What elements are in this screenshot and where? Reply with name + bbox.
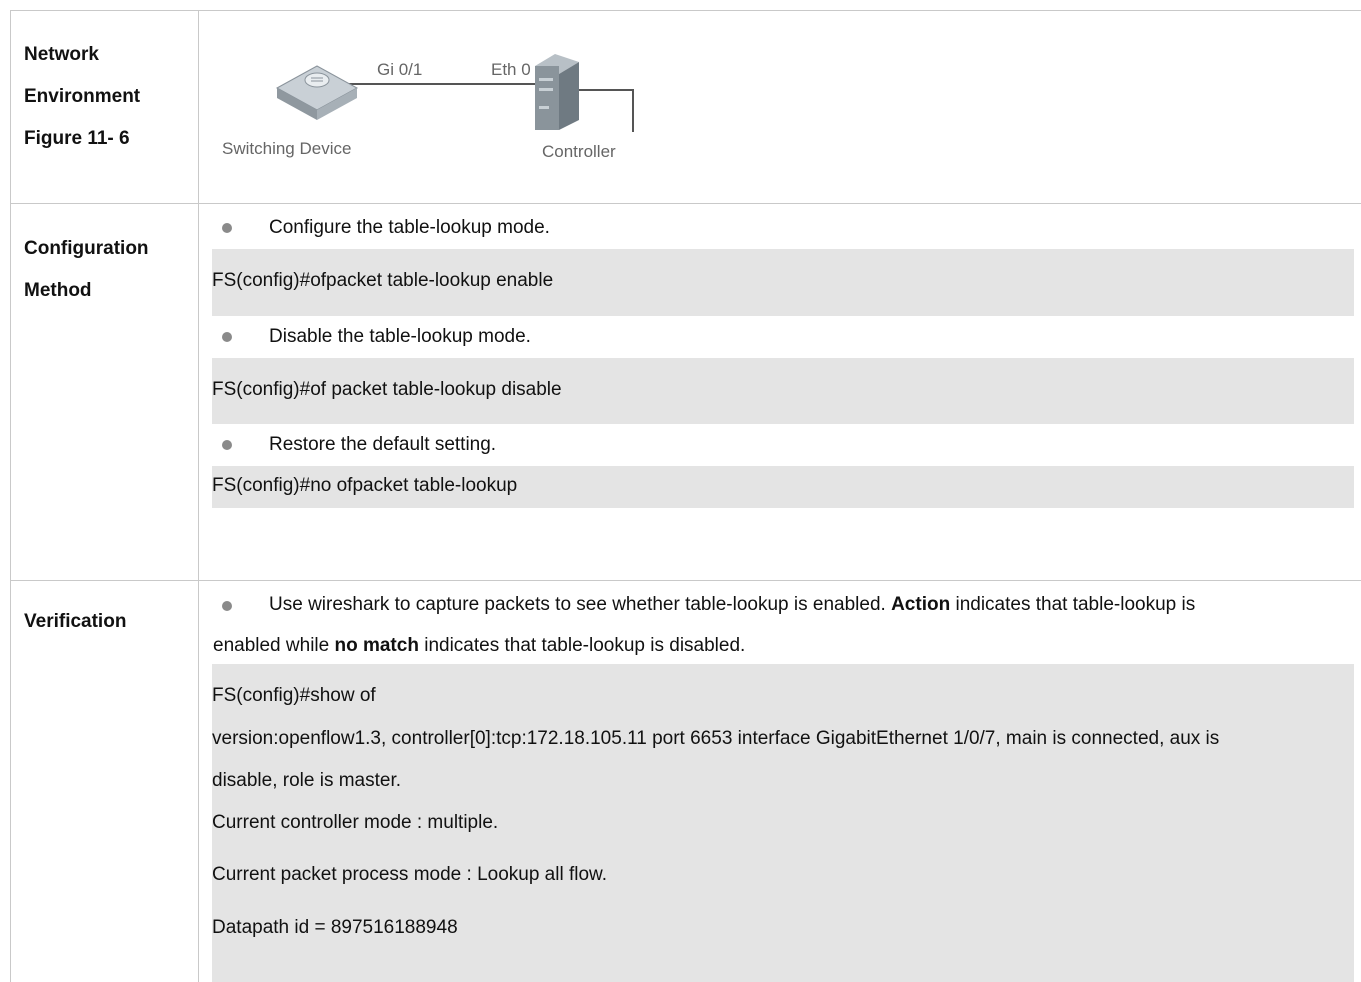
- controller-label: Controller: [542, 142, 616, 161]
- verification-label: Verification: [24, 601, 126, 643]
- config-table: Network Environment Figure 11- 6 Gi 0/1 …: [10, 10, 1361, 982]
- intro-text: enabled while: [213, 635, 330, 656]
- code-line: Current packet process mode : Lookup all…: [212, 864, 607, 885]
- table-left-border: [10, 11, 11, 982]
- code-line: FS(config)#of packet table-lookup disabl…: [212, 379, 562, 400]
- bullet-configure-mode: Configure the table-lookup mode.: [269, 217, 550, 238]
- code-line: Current controller mode : multiple.: [212, 812, 499, 833]
- network-figure: Gi 0/1 Eth 0 Switching Device Controller: [205, 36, 665, 176]
- bullet-dot: [222, 601, 232, 611]
- code-block-enable: FS(config)#ofpacket table-lookup enable: [212, 249, 1354, 316]
- switch-icon: [275, 65, 359, 120]
- code-block-disable: FS(config)#of packet table-lookup disabl…: [212, 358, 1354, 424]
- code-block-restore: FS(config)#no ofpacket table-lookup: [212, 466, 1354, 508]
- config-label-line-2: Method: [24, 280, 92, 301]
- code-line: Datapath id = 897516188948: [212, 917, 458, 938]
- verification-intro-line-1: Use wireshark to capture packets to see …: [269, 584, 1195, 626]
- network-label: Network Environment Figure 11- 6: [24, 34, 140, 160]
- verification-intro-line-2: enabled while no match indicates that ta…: [213, 625, 745, 667]
- intro-bold-no-match: no match: [334, 635, 419, 656]
- row-divider-2: [10, 580, 1361, 581]
- code-line: version:openflow1.3, controller[0]:tcp:1…: [212, 728, 1220, 749]
- bullet-dot: [222, 332, 232, 342]
- code-line: FS(config)#ofpacket table-lookup enable: [212, 270, 554, 291]
- server-icon: [535, 54, 634, 132]
- intro-text: indicates that table-lookup is: [955, 594, 1196, 615]
- verification-label-line-1: Verification: [24, 611, 127, 632]
- network-label-line-2: Environment: [24, 86, 141, 107]
- code-block-show-of: FS(config)#show of version:openflow1.3, …: [212, 664, 1354, 982]
- intro-text: indicates that table-lookup is disabled.: [424, 635, 746, 656]
- bullet-disable-mode: Disable the table-lookup mode.: [269, 326, 531, 347]
- intro-text: Use wireshark to capture packets to see …: [269, 594, 886, 615]
- port-label-gi: Gi 0/1: [377, 60, 423, 79]
- switching-device-label: Switching Device: [222, 139, 352, 158]
- port-label-eth: Eth 0: [491, 60, 531, 79]
- config-label-line-1: Configuration: [24, 238, 149, 259]
- bullet-dot: [222, 440, 232, 450]
- code-line: FS(config)#show of: [212, 685, 376, 706]
- code-line: disable, role is master.: [212, 770, 402, 791]
- intro-bold-action: Action: [891, 594, 951, 615]
- column-divider: [198, 11, 199, 982]
- code-line: FS(config)#no ofpacket table-lookup: [212, 475, 518, 496]
- network-label-line-1: Network: [24, 44, 99, 65]
- row-divider-1: [10, 203, 1361, 204]
- figure-caption: Figure 11- 6: [24, 128, 130, 149]
- config-label: Configuration Method: [24, 228, 149, 312]
- bullet-restore-default: Restore the default setting.: [269, 434, 497, 455]
- bullet-dot: [222, 223, 232, 233]
